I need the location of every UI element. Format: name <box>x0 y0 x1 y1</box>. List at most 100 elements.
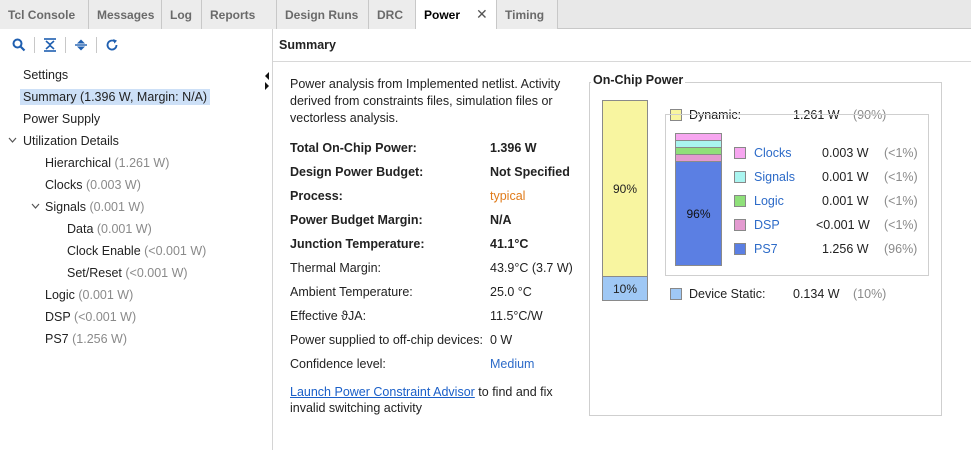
tab-log[interactable]: Log <box>162 0 202 29</box>
tab-label: Power <box>424 7 461 22</box>
kv-value: 1.396 W <box>490 141 537 155</box>
tab-power[interactable]: Power ✕ <box>416 0 497 30</box>
kv-power-budget-margin: Power Budget Margin: N/A <box>290 210 590 230</box>
kv-confidence-level: Confidence level: Medium <box>290 354 590 374</box>
kv-total-on-chip-power: Total On-Chip Power: 1.396 W <box>290 138 590 158</box>
tab-design-runs[interactable]: Design Runs <box>277 0 369 29</box>
kv-process: Process: typical <box>290 186 590 206</box>
ps7-link[interactable]: PS7 <box>754 240 778 258</box>
tree-item-label: Utilization Details <box>23 134 119 148</box>
process-value-link[interactable]: typical <box>490 186 525 206</box>
tree-item-dsp[interactable]: DSP (<0.001 W) <box>45 307 136 327</box>
kv-key: Power Budget Margin: <box>290 213 423 227</box>
tab-label: Log <box>170 7 192 22</box>
chevron-down-icon[interactable] <box>30 200 40 212</box>
tree-item-ps7[interactable]: PS7 (1.256 W) <box>45 329 127 349</box>
legend-row-ps7: PS7 1.256 W (96%) <box>734 240 924 258</box>
kv-key: Confidence level: <box>290 357 386 371</box>
refresh-icon[interactable] <box>101 34 123 56</box>
dynamic-segment-label: 90% <box>612 181 638 196</box>
kv-off-chip-power: Power supplied to off-chip devices: 0 W <box>290 330 590 350</box>
kv-value: 0 W <box>490 333 513 347</box>
ps7-share: (96%) <box>884 242 918 256</box>
signals-link[interactable]: Signals <box>754 168 795 186</box>
ps7-value: 1.256 W <box>822 242 869 256</box>
tree-item-signals[interactable]: Signals (0.001 W) <box>45 197 144 217</box>
tree-item-hierarchical[interactable]: Hierarchical (1.261 W) <box>45 153 169 173</box>
clocks-share: (<1%) <box>884 146 918 160</box>
clocks-swatch <box>734 147 746 159</box>
tree-item-utilization-details[interactable]: Utilization Details <box>23 131 119 151</box>
tree-item-value: (<0.001 W) <box>144 244 207 258</box>
static-label: Device Static: <box>689 287 766 301</box>
legend-row-signals: Signals 0.001 W (<1%) <box>734 168 924 186</box>
tree-item-clock-enable[interactable]: Clock Enable (<0.001 W) <box>67 241 206 261</box>
kv-value: 11.5°C/W <box>490 309 543 323</box>
divider <box>273 61 971 62</box>
expand-all-icon[interactable] <box>70 34 92 56</box>
tree-item-label: PS7 <box>45 332 69 346</box>
signals-swatch <box>734 171 746 183</box>
tab-label: Tcl Console <box>8 7 76 22</box>
tab-reports[interactable]: Reports <box>202 0 277 29</box>
close-icon[interactable]: ✕ <box>476 6 488 23</box>
tree-item-settings[interactable]: Settings <box>23 65 68 85</box>
pane-splitter-handle[interactable] <box>262 67 272 93</box>
dsp-segment <box>676 155 721 162</box>
panel-tab-bar: Tcl Console Messages Log Reports Design … <box>0 0 971 30</box>
tab-messages[interactable]: Messages <box>89 0 162 29</box>
clocks-value: 0.003 W <box>822 146 869 160</box>
chevron-down-icon[interactable] <box>7 134 17 146</box>
tree-item-label: Summary (1.396 W, Margin: N/A) <box>20 89 211 105</box>
page-title: Summary <box>279 38 336 52</box>
kv-value: 43.9°C (3.7 W) <box>490 261 573 275</box>
tree-item-label: Clocks <box>45 178 83 192</box>
launch-power-constraint-advisor-link[interactable]: Launch Power Constraint Advisor <box>290 385 475 399</box>
tree-item-value: (0.001 W) <box>96 222 152 236</box>
tree-item-set-reset[interactable]: Set/Reset (<0.001 W) <box>67 263 188 283</box>
kv-key: Thermal Margin: <box>290 261 381 275</box>
tab-drc[interactable]: DRC <box>369 0 416 29</box>
summary-pane: Summary Power analysis from Implemented … <box>273 29 971 450</box>
legend-row-dsp: DSP <0.001 W (<1%) <box>734 216 924 234</box>
kv-value: 25.0 °C <box>490 285 532 299</box>
tree-item-summary[interactable]: Summary (1.396 W, Margin: N/A) <box>20 87 211 107</box>
search-icon[interactable] <box>8 34 30 56</box>
toolbar-separator <box>34 37 35 53</box>
dynamic-segment: 90% <box>603 101 647 277</box>
tree-toolbar <box>0 29 272 61</box>
dynamic-breakdown-bar: 96% <box>675 133 722 266</box>
kv-junction-temperature: Junction Temperature: 41.1°C <box>290 234 590 254</box>
dsp-swatch <box>734 219 746 231</box>
logic-segment <box>676 148 721 155</box>
tree-item-value: (<0.001 W) <box>125 266 188 280</box>
logic-link[interactable]: Logic <box>754 192 784 210</box>
toolbar-separator <box>96 37 97 53</box>
kv-key: Process: <box>290 189 343 203</box>
clocks-link[interactable]: Clocks <box>754 144 792 162</box>
tab-tcl-console[interactable]: Tcl Console <box>0 0 89 29</box>
static-value: 0.134 W <box>793 287 840 301</box>
tree-item-label: Set/Reset <box>67 266 122 280</box>
collapse-all-icon[interactable] <box>39 34 61 56</box>
logic-swatch <box>734 195 746 207</box>
tree-item-logic[interactable]: Logic (0.001 W) <box>45 285 133 305</box>
tree-item-value: (0.003 W) <box>86 178 141 192</box>
confidence-level-link[interactable]: Medium <box>490 354 534 374</box>
tab-label: Messages <box>97 7 155 22</box>
tree-item-value: (1.256 W) <box>72 332 128 346</box>
dsp-link[interactable]: DSP <box>754 216 780 234</box>
static-swatch <box>670 288 682 300</box>
tab-timing[interactable]: Timing <box>497 0 558 29</box>
static-segment-label: 10% <box>612 281 638 296</box>
tree-item-power-supply[interactable]: Power Supply <box>23 109 100 129</box>
tree-item-clocks[interactable]: Clocks (0.003 W) <box>45 175 141 195</box>
kv-value: N/A <box>490 213 512 227</box>
kv-key: Effective ϑJA: <box>290 309 367 323</box>
kv-value: Not Specified <box>490 165 570 179</box>
kv-key: Junction Temperature: <box>290 237 425 251</box>
kv-thermal-margin: Thermal Margin: 43.9°C (3.7 W) <box>290 258 590 278</box>
tree-item-label: Signals <box>45 200 86 214</box>
logic-value: 0.001 W <box>822 194 869 208</box>
tree-item-data[interactable]: Data (0.001 W) <box>67 219 152 239</box>
